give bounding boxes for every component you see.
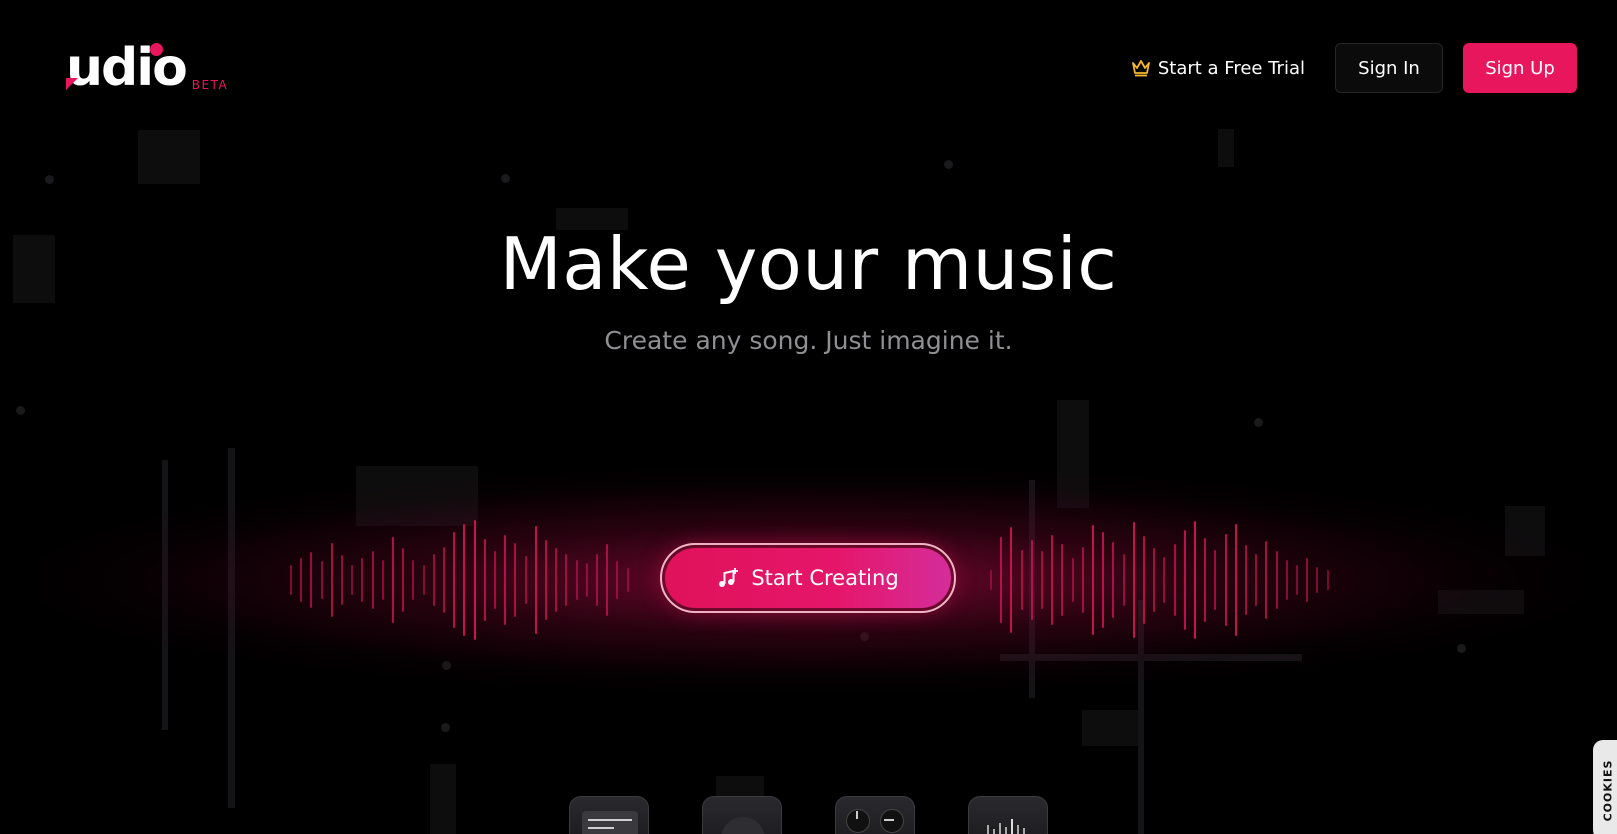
waveform-bar [371, 551, 374, 609]
waveform-bar [555, 548, 558, 612]
cookie-tab-label: COOKIES [1601, 759, 1615, 821]
waveform-bar [1245, 545, 1247, 615]
udio-logo[interactable]: udio BETA [66, 40, 228, 96]
waveform-bar [320, 561, 323, 599]
hero-subtitle: Create any song. Just imagine it. [604, 326, 1013, 355]
waveform-bar [300, 558, 303, 602]
start-creating-button[interactable]: Start Creating [660, 543, 956, 613]
cookie-settings-tab[interactable]: COOKIES [1593, 740, 1617, 834]
waveform-bar [1061, 544, 1064, 616]
waveform-bar [596, 554, 598, 606]
waveform-bar [1285, 560, 1288, 600]
waveform-bar [990, 570, 992, 590]
waveform-bar [402, 548, 405, 612]
waveform-bar [453, 532, 456, 628]
knobs-card-icon[interactable] [835, 796, 915, 834]
waveform-bar [381, 560, 384, 600]
beta-badge: BETA [191, 78, 229, 92]
waveform-bar [585, 563, 588, 597]
waveform-bar [1163, 557, 1166, 603]
waveform-bar [534, 526, 537, 634]
free-trial-link[interactable]: Start a Free Trial [1131, 58, 1305, 79]
waveform-bar [1275, 551, 1278, 609]
waveform-bar [1041, 551, 1043, 609]
waveform-bar [1081, 547, 1084, 613]
waveform-bar [524, 556, 527, 604]
sign-up-button[interactable]: Sign Up [1463, 43, 1577, 93]
waveform-bar [310, 552, 313, 608]
waveform-bar [473, 520, 476, 640]
waveform-left [290, 510, 630, 650]
waveform-bar [1051, 535, 1054, 625]
waveform-bar [606, 544, 609, 616]
waveform-bar [422, 565, 425, 595]
waveform-bar [330, 543, 333, 617]
waveform-bar [351, 565, 354, 595]
start-creating-label: Start Creating [751, 566, 899, 590]
waveform-bar [1020, 550, 1023, 610]
waveform-bar [1000, 537, 1003, 623]
waveform-bar [361, 558, 364, 602]
waveform-bar [1010, 527, 1013, 633]
waveform-bar [1194, 521, 1196, 639]
waveform-bar [1143, 536, 1145, 624]
waveform-bar [616, 561, 619, 599]
waveform-bar [1316, 567, 1319, 593]
music-note-plus-icon [719, 568, 739, 587]
waveform-bar [514, 543, 517, 617]
logo-dot-icon [150, 43, 163, 56]
waveform-bar [1204, 538, 1207, 622]
waveform-bar [1071, 558, 1074, 602]
waveform-bar [1306, 558, 1309, 602]
waveform-bar [432, 554, 435, 606]
hero-title: Make your music [499, 222, 1118, 306]
crown-icon [1131, 60, 1150, 77]
waveform-bar [1030, 540, 1033, 620]
waveform-bar [463, 524, 466, 636]
waveform-bar [1255, 554, 1258, 606]
waveform-bar [1183, 530, 1186, 630]
waveform-bar [1112, 542, 1115, 618]
waveform-bar [341, 555, 343, 605]
disc-card-icon[interactable] [702, 796, 782, 834]
waveform-bar [1122, 554, 1125, 606]
waveform-bar [626, 568, 629, 592]
waveform-bar [494, 551, 496, 609]
waveform-bar [412, 560, 415, 600]
waveform-bar [1296, 565, 1298, 595]
waveform-bar [575, 560, 578, 600]
free-trial-label: Start a Free Trial [1157, 57, 1305, 79]
waveform-card-icon[interactable] [968, 796, 1048, 834]
waveform-bar [1265, 541, 1268, 619]
header-nav: Start a Free Trial Sign In Sign Up [1131, 43, 1577, 93]
start-creating-inner: Start Creating [665, 548, 951, 608]
lyrics-card-icon[interactable] [569, 796, 649, 834]
logo-wordmark: udio [66, 38, 188, 98]
waveform-bar [483, 539, 486, 621]
waveform-bar [1153, 548, 1156, 612]
logo-tick-icon [66, 78, 78, 90]
waveform-bar [545, 540, 547, 620]
waveform-bar [392, 537, 394, 623]
waveform-bar [290, 565, 292, 595]
waveform-right [990, 510, 1340, 650]
waveform-bar [1092, 525, 1094, 635]
waveform-bar [1326, 570, 1329, 590]
waveform-bar [1132, 522, 1135, 638]
landing-page: udio BETA Start a Free Trial Sign In Sig… [0, 0, 1617, 834]
waveform-bar [1214, 550, 1217, 610]
waveform-bar [1234, 524, 1237, 636]
waveform-bar [504, 535, 507, 625]
waveform-bar [1102, 532, 1105, 628]
waveform-bar [443, 547, 445, 613]
waveform-bar [1173, 544, 1176, 616]
sign-in-button[interactable]: Sign In [1335, 43, 1443, 93]
waveform-bar [1224, 534, 1227, 626]
waveform-bar [565, 554, 568, 606]
